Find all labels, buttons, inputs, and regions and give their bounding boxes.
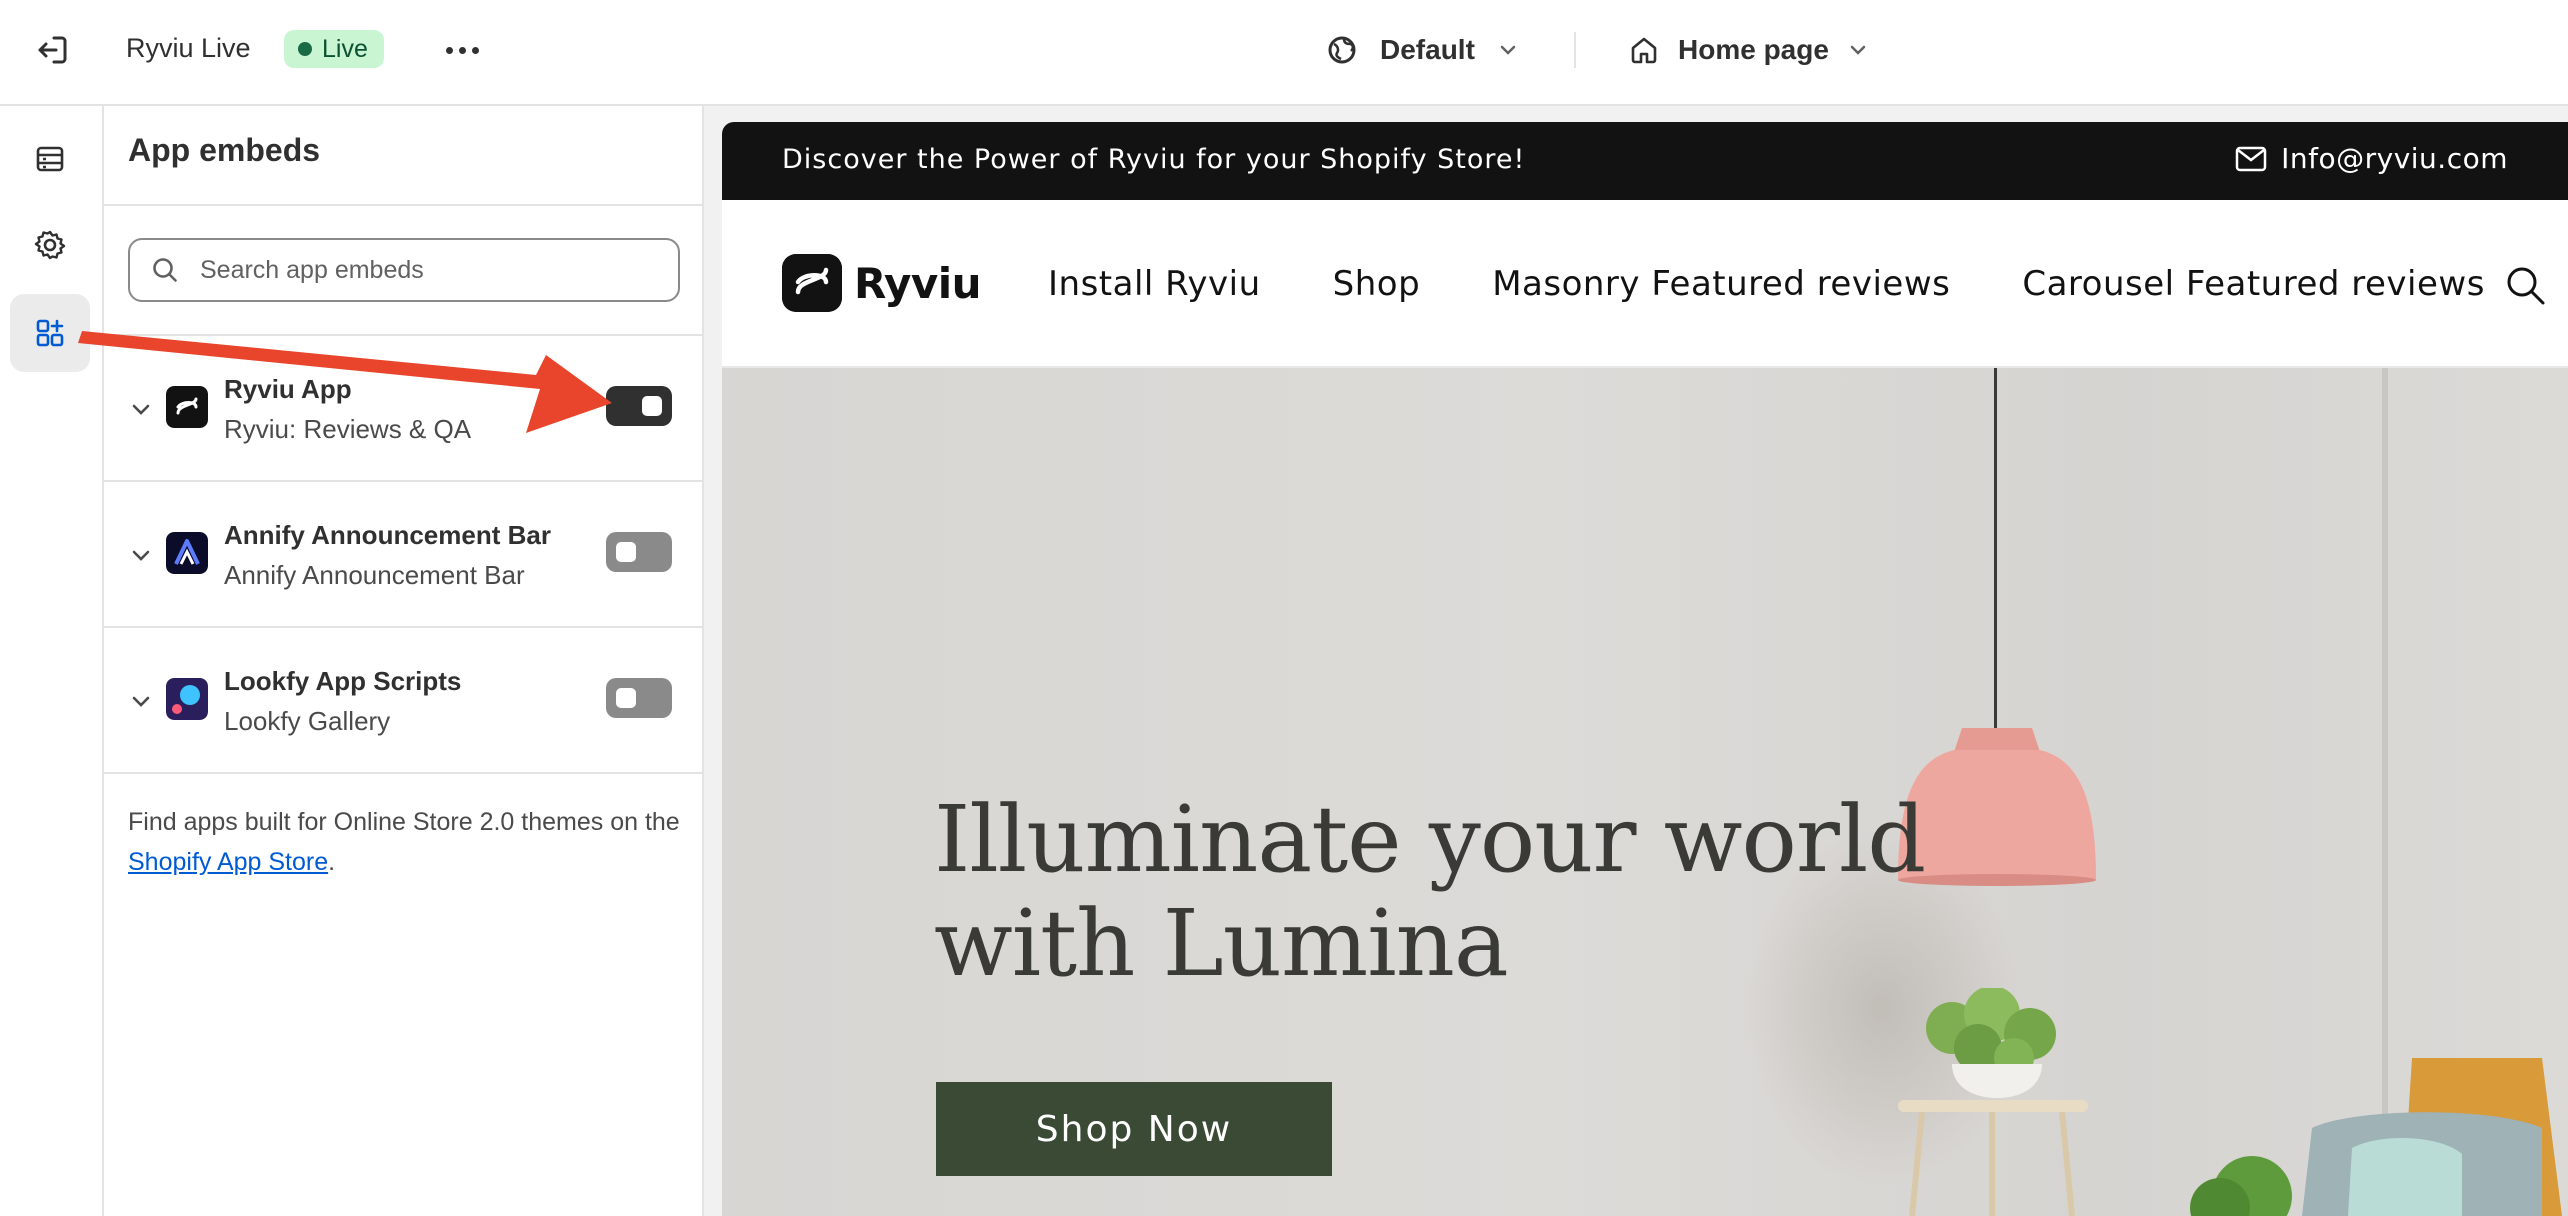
annify-app-icon	[166, 532, 208, 574]
chevron-down-icon[interactable]	[126, 394, 156, 424]
app-embed-subtitle: Lookfy Gallery	[224, 706, 391, 736]
globe-icon	[1328, 36, 1356, 64]
divider	[104, 772, 704, 774]
editor-topbar: Ryviu Live Live Default Home page	[0, 0, 2568, 106]
page-selector[interactable]: Home page	[1628, 28, 1869, 72]
app-embed-item: Annify Announcement Bar Annify Announcem…	[104, 482, 704, 628]
app-embed-name: Annify Announcement Bar	[224, 520, 551, 550]
page-selector-label: Home page	[1678, 34, 1829, 65]
armchair-image	[2190, 1058, 2562, 1216]
app-store-note-prefix: Find apps built for Online Store 2.0 the…	[128, 808, 680, 836]
logo-text: Ryviu	[854, 258, 982, 308]
app-store-note: Find apps built for Online Store 2.0 the…	[128, 802, 688, 882]
mail-icon	[2235, 146, 2267, 171]
nav-link[interactable]: Shop	[1333, 264, 1421, 304]
shop-now-button[interactable]: Shop Now	[936, 1082, 1332, 1176]
hero-heading-line: with Lumina	[934, 890, 1509, 997]
search-icon	[153, 258, 177, 282]
search-icon[interactable]	[2502, 262, 2548, 308]
announcement-bar: Discover the Power of Ryviu for your Sho…	[722, 122, 2568, 200]
lookfy-app-icon	[166, 678, 208, 720]
ryviu-app-icon	[166, 386, 208, 428]
annify-toggle[interactable]	[606, 532, 672, 572]
ryviu-app-toggle[interactable]	[606, 386, 672, 426]
app-embed-name: Ryviu App	[224, 374, 352, 404]
live-status-badge: Live	[284, 30, 384, 68]
app-store-note-suffix: .	[328, 848, 336, 876]
chevron-down-icon	[1500, 45, 1516, 55]
preview-frame: Discover the Power of Ryviu for your Sho…	[722, 122, 2568, 1216]
search-field[interactable]	[128, 238, 680, 302]
search-input[interactable]	[200, 255, 640, 285]
topbar-divider	[1574, 32, 1576, 68]
divider	[104, 204, 704, 206]
live-dot-icon	[298, 42, 312, 56]
sections-icon[interactable]	[10, 120, 90, 198]
chevron-down-icon[interactable]	[126, 540, 156, 570]
editor-left-rail	[0, 106, 104, 1216]
nav-link[interactable]: Masonry Featured reviews	[1492, 264, 1950, 304]
app-embed-item: Ryviu App Ryviu: Reviews & QA	[104, 336, 704, 482]
more-actions-icon[interactable]	[440, 28, 484, 72]
lookfy-toggle[interactable]	[606, 678, 672, 718]
shopify-app-store-link[interactable]: Shopify App Store	[128, 848, 328, 876]
plant-table-image	[1898, 988, 2088, 1216]
contact-email-text: Info@ryviu.com	[2281, 142, 2508, 175]
app-embed-item: Lookfy App Scripts Lookfy Gallery	[104, 628, 704, 774]
app-embeds-icon[interactable]	[10, 294, 90, 372]
app-embed-name: Lookfy App Scripts	[224, 666, 462, 696]
store-logo[interactable]: Ryviu	[782, 254, 982, 312]
store-nav: Install Ryviu Shop Masonry Featured revi…	[1048, 264, 2485, 304]
chevron-down-icon	[1850, 45, 1866, 55]
theme-selector-label: Default	[1380, 34, 1475, 65]
chevron-down-icon[interactable]	[126, 686, 156, 716]
exit-icon[interactable]	[32, 30, 72, 70]
gear-icon[interactable]	[10, 206, 90, 284]
hero-heading-line: Illuminate your world	[934, 786, 1926, 893]
theme-title: Ryviu Live	[126, 33, 251, 63]
theme-selector[interactable]: Default	[1326, 28, 1519, 72]
lamp-cord	[1994, 368, 1997, 728]
contact-email[interactable]: Info@ryviu.com	[2235, 142, 2508, 175]
nav-link[interactable]: Install Ryviu	[1048, 264, 1261, 304]
panel-title: App embeds	[128, 132, 321, 168]
store-preview: Discover the Power of Ryviu for your Sho…	[704, 106, 2568, 1216]
home-icon	[1631, 37, 1657, 64]
store-header: Ryviu Install Ryviu Shop Masonry Feature…	[722, 200, 2568, 368]
nav-link[interactable]: Carousel Featured reviews	[2022, 264, 2485, 304]
app-embeds-panel: App embeds Ryviu App Ryviu: Reviews & QA…	[104, 106, 704, 1216]
app-embed-subtitle: Ryviu: Reviews & QA	[224, 414, 472, 444]
hero-heading: Illuminate your world with Lumina	[934, 786, 1926, 997]
hero-banner: Illuminate your world with Lumina Shop N…	[722, 368, 2568, 1216]
app-embed-subtitle: Annify Announcement Bar	[224, 560, 525, 590]
live-badge-label: Live	[322, 34, 368, 63]
announcement-text: Discover the Power of Ryviu for your Sho…	[782, 144, 1526, 175]
ryviu-logo-icon	[782, 254, 842, 312]
